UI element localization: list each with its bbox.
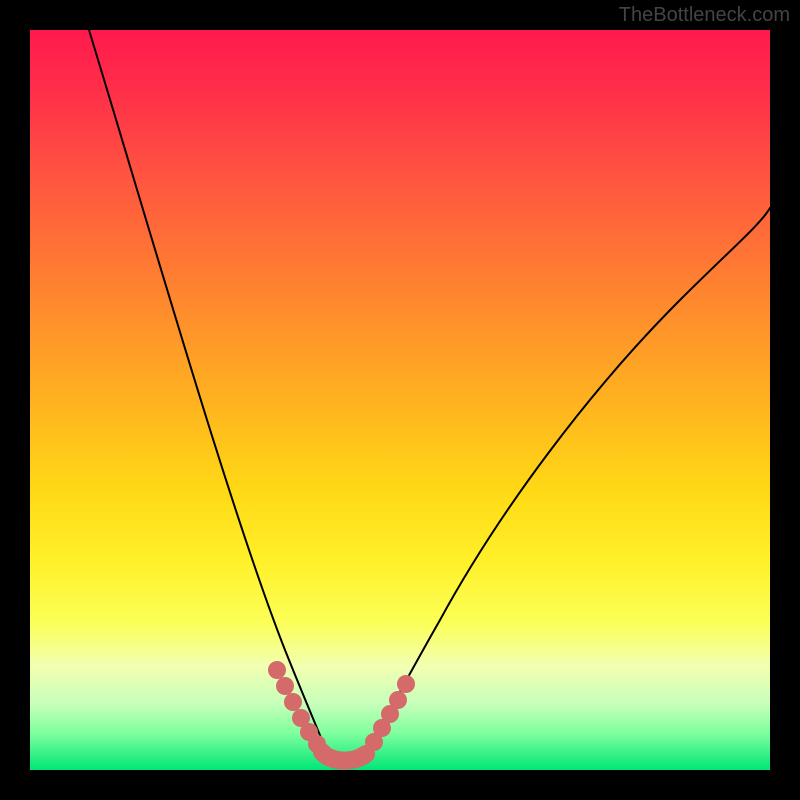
curve-right-branch [360, 208, 770, 760]
plot-area [30, 30, 770, 770]
marker-valley-band [322, 752, 366, 761]
marker-dot [389, 691, 407, 709]
marker-dot [276, 677, 294, 695]
marker-dot [268, 661, 286, 679]
marker-dot [397, 675, 415, 693]
watermark-text: TheBottleneck.com [619, 4, 790, 27]
marker-dot [284, 693, 302, 711]
chart-frame: TheBottleneck.com [0, 0, 800, 800]
curve-left-branch [89, 30, 336, 762]
chart-svg [30, 30, 770, 770]
